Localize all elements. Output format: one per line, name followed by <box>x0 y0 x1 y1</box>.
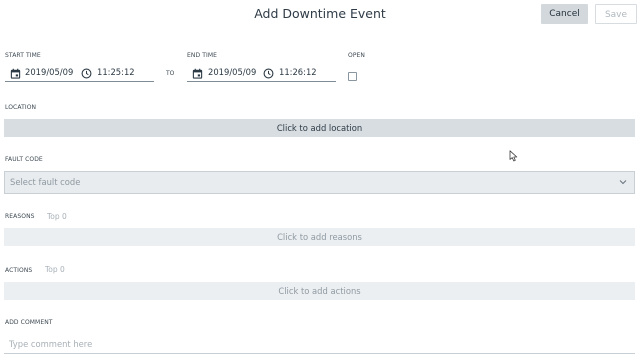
reasons-top-count[interactable]: Top 0 <box>47 212 67 221</box>
open-checkbox[interactable] <box>348 72 357 81</box>
actions-label: ACTIONS <box>5 267 33 274</box>
add-comment-label: ADD COMMENT <box>5 319 53 326</box>
cancel-button[interactable]: Cancel <box>541 4 588 24</box>
clock-icon[interactable] <box>81 68 92 79</box>
add-actions-button[interactable]: Click to add actions <box>4 282 635 300</box>
calendar-icon[interactable] <box>192 68 203 79</box>
start-time-value[interactable]: 11:25:12 <box>97 67 135 77</box>
clock-icon[interactable] <box>263 68 274 79</box>
save-button[interactable]: Save <box>595 4 637 24</box>
actions-top-count[interactable]: Top 0 <box>45 265 65 274</box>
fault-code-label: FAULT CODE <box>5 156 43 163</box>
to-label: TO <box>166 70 175 77</box>
end-time-value[interactable]: 11:26:12 <box>279 67 317 77</box>
start-time-field[interactable]: 2019/05/09 11:25:12 <box>5 66 154 82</box>
fault-code-placeholder: Select fault code <box>10 177 81 187</box>
comment-input[interactable]: Type comment here <box>4 336 635 354</box>
mouse-cursor-icon <box>509 150 518 162</box>
add-location-button[interactable]: Click to add location <box>4 119 635 137</box>
end-time-label: END TIME <box>187 52 218 59</box>
add-reasons-button[interactable]: Click to add reasons <box>4 228 635 246</box>
location-label: LOCATION <box>5 104 37 111</box>
start-time-label: START TIME <box>5 52 41 59</box>
fault-code-select[interactable]: Select fault code <box>4 171 635 194</box>
calendar-icon[interactable] <box>10 68 21 79</box>
chevron-down-icon[interactable] <box>618 177 628 187</box>
end-date-value[interactable]: 2019/05/09 <box>208 67 256 77</box>
open-label: OPEN <box>348 52 366 59</box>
comment-placeholder: Type comment here <box>9 339 93 349</box>
reasons-label: REASONS <box>5 213 35 220</box>
end-time-field[interactable]: 2019/05/09 11:26:12 <box>187 66 336 82</box>
start-date-value[interactable]: 2019/05/09 <box>25 67 73 77</box>
